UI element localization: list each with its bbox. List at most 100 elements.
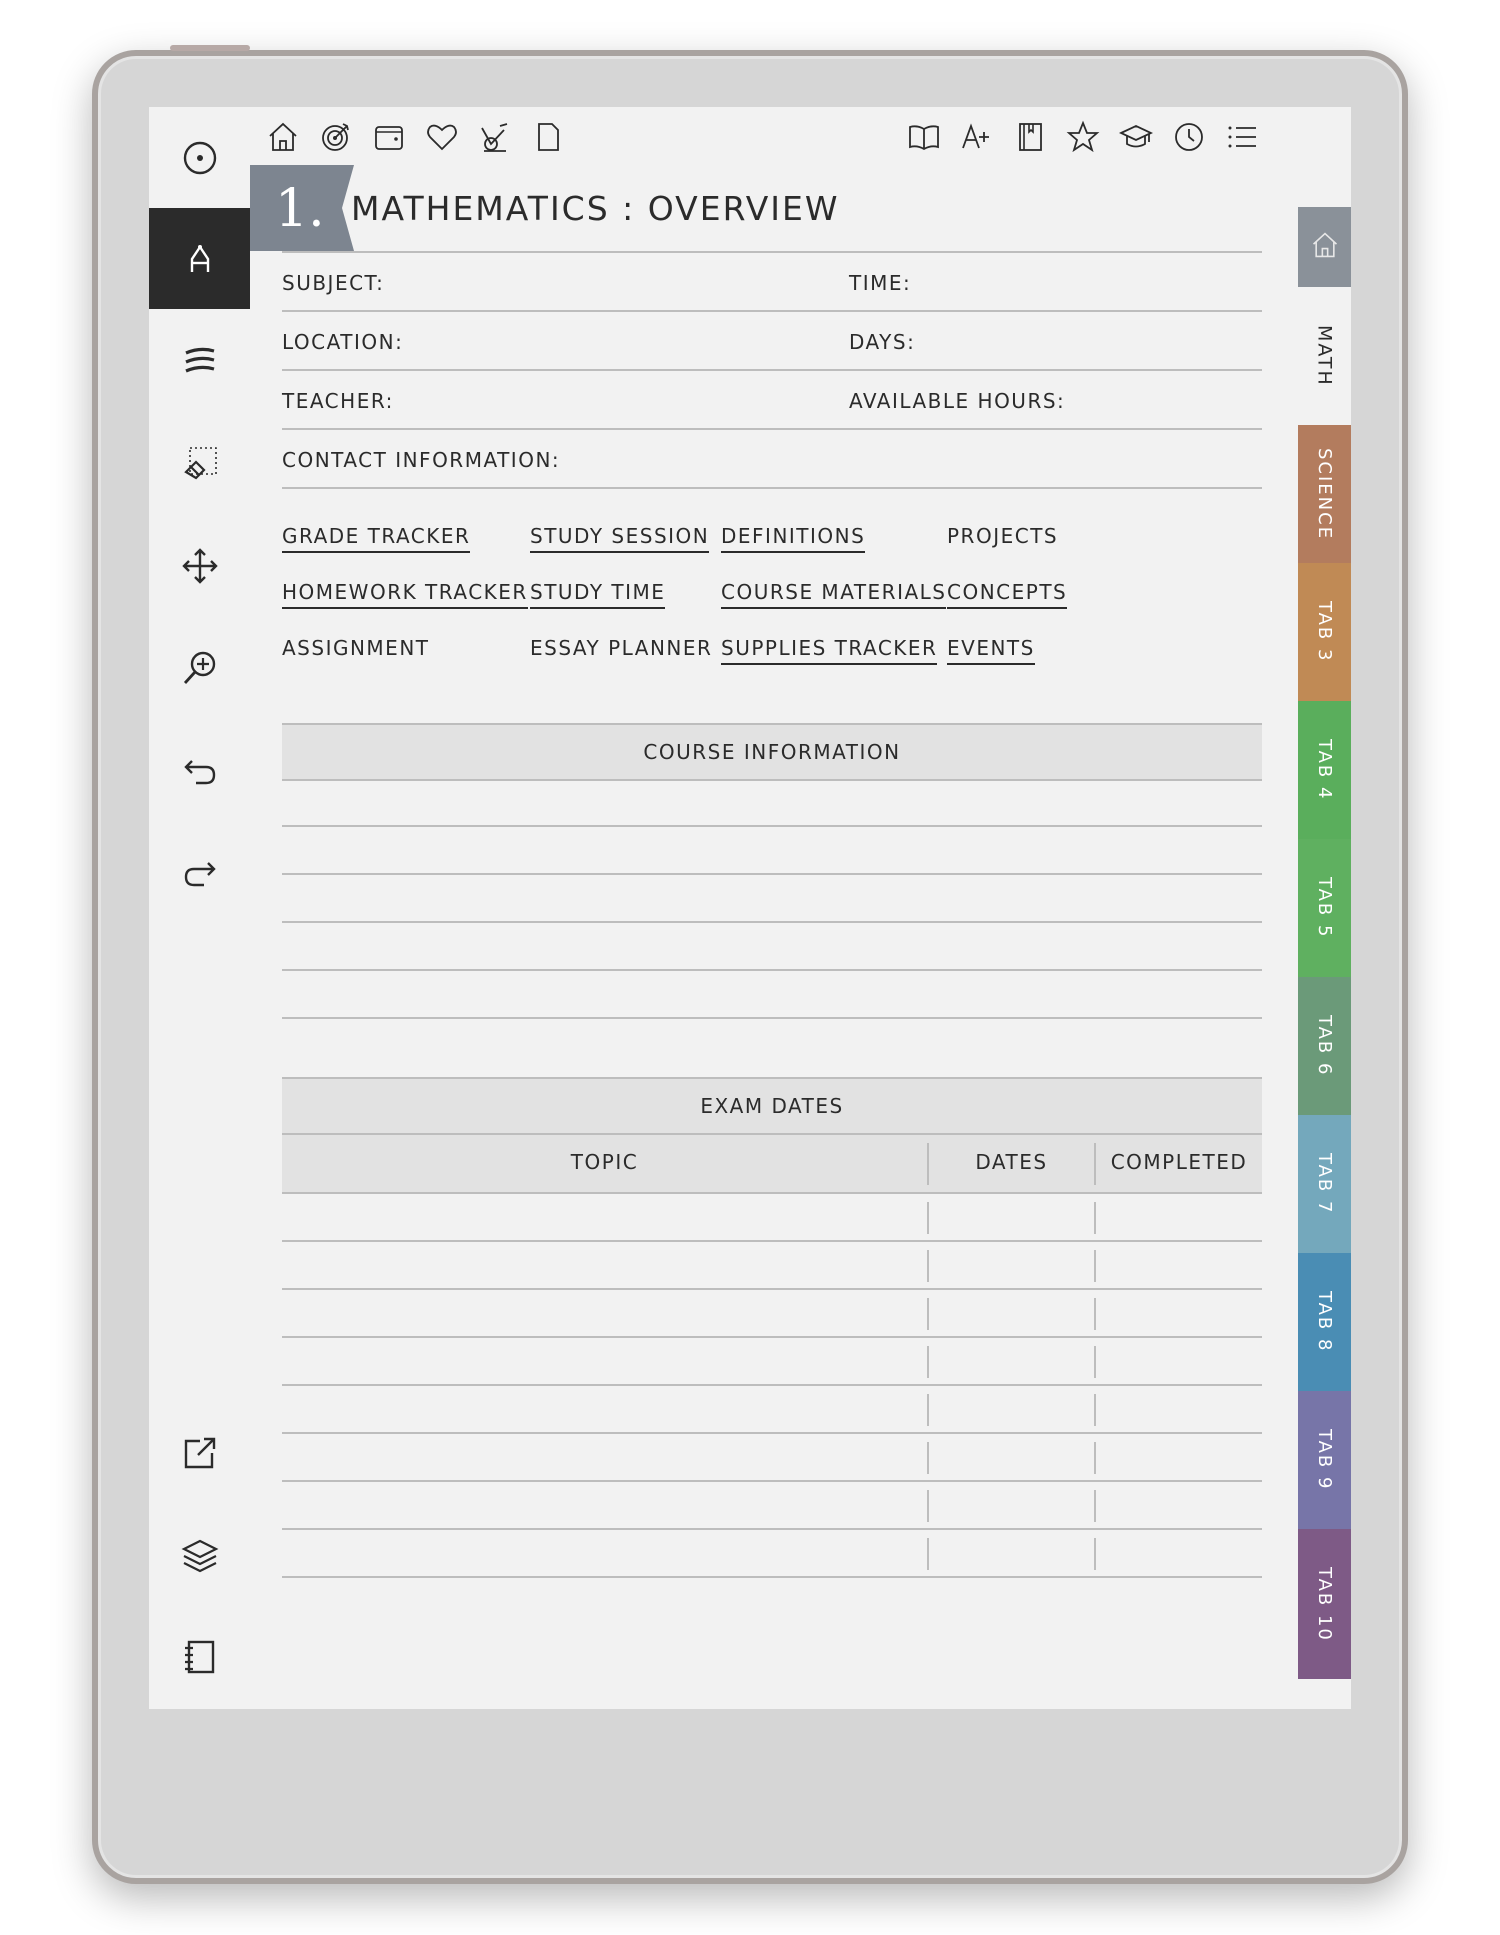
course-information-header: COURSE INFORMATION — [282, 723, 1262, 781]
column-divider — [1094, 1490, 1096, 1522]
undo-icon[interactable] — [149, 720, 250, 821]
tab-tab-7[interactable]: TAB 7 — [1298, 1115, 1351, 1253]
heart-icon[interactable] — [415, 117, 468, 157]
pen-tool-icon[interactable] — [149, 208, 250, 309]
tab-label: MATH — [1313, 325, 1336, 387]
divider — [282, 428, 1262, 430]
tab-label: TAB 9 — [1314, 1429, 1335, 1491]
column-divider — [1094, 1298, 1096, 1330]
home-icon — [1310, 230, 1340, 265]
graduation-cap-icon[interactable] — [1109, 117, 1162, 157]
tab-science[interactable]: SCIENCE — [1298, 425, 1351, 563]
writing-line — [282, 873, 1262, 875]
exam-dates-column-headers: TOPIC DATES COMPLETED — [282, 1135, 1262, 1194]
dates-column-header: DATES — [975, 1150, 1048, 1174]
tab-label: SCIENCE — [1314, 447, 1335, 541]
tab-tab-3[interactable]: TAB 3 — [1298, 563, 1351, 701]
exercise-bike-icon[interactable] — [468, 117, 521, 157]
page-icon[interactable] — [521, 117, 574, 157]
target-icon[interactable] — [309, 117, 362, 157]
column-divider — [1094, 1202, 1096, 1234]
book-open-icon[interactable] — [897, 117, 950, 157]
brush-icon[interactable] — [149, 310, 250, 411]
link-events[interactable]: EVENTS — [947, 636, 1035, 665]
link-definitions[interactable]: DEFINITIONS — [721, 524, 866, 553]
tab-label: TAB 7 — [1314, 1153, 1335, 1215]
screen: 1. MATHEMATICS : OVERVIEW SUBJECT: TIME:… — [149, 107, 1351, 1709]
tab-label: TAB 3 — [1314, 601, 1335, 663]
writing-line — [282, 825, 1262, 827]
column-divider — [927, 1538, 929, 1570]
tab-label: TAB 8 — [1314, 1291, 1335, 1353]
link-study-session[interactable]: STUDY SESSION — [530, 524, 710, 553]
table-row[interactable] — [282, 1338, 1262, 1386]
link-supplies-tracker[interactable]: SUPPLIES TRACKER — [721, 636, 938, 665]
link-study-time[interactable]: STUDY TIME — [530, 580, 666, 609]
table-row[interactable] — [282, 1530, 1262, 1578]
time-field[interactable]: TIME: — [849, 271, 911, 295]
available-hours-field[interactable]: AVAILABLE HOURS: — [849, 389, 1065, 413]
table-row[interactable] — [282, 1434, 1262, 1482]
tab-tab-10[interactable]: TAB 10 — [1298, 1529, 1351, 1679]
tab-tab-9[interactable]: TAB 9 — [1298, 1391, 1351, 1529]
link-course-materials[interactable]: COURSE MATERIALS — [721, 580, 947, 609]
link-grade-tracker[interactable]: GRADE TRACKER — [282, 524, 471, 553]
table-row[interactable] — [282, 1242, 1262, 1290]
topic-column-header: TOPIC — [570, 1150, 639, 1174]
tab-label: TAB 4 — [1314, 739, 1335, 801]
location-field[interactable]: LOCATION: — [282, 330, 403, 354]
days-field[interactable]: DAYS: — [849, 330, 915, 354]
divider — [282, 369, 1262, 371]
table-row[interactable] — [282, 1290, 1262, 1338]
link-concepts[interactable]: CONCEPTS — [947, 580, 1068, 609]
layers-icon[interactable] — [149, 1504, 250, 1605]
divider — [282, 251, 1262, 253]
tab-math[interactable]: MATH — [1298, 287, 1351, 425]
writing-line — [282, 921, 1262, 923]
tab-home[interactable] — [1298, 207, 1351, 287]
column-divider — [927, 1490, 929, 1522]
list-icon[interactable] — [1215, 117, 1268, 157]
table-row[interactable] — [282, 1386, 1262, 1434]
column-divider — [927, 1394, 929, 1426]
section-number: 1. — [275, 179, 325, 239]
share-icon[interactable] — [149, 1402, 250, 1503]
subject-field[interactable]: SUBJECT: — [282, 271, 384, 295]
home-icon[interactable] — [256, 117, 309, 157]
clock-icon[interactable] — [1162, 117, 1215, 157]
writing-line — [282, 969, 1262, 971]
top-nav-right — [897, 117, 1268, 157]
contact-information-field[interactable]: CONTACT INFORMATION: — [282, 448, 560, 472]
link-essay-planner[interactable]: ESSAY PLANNER — [530, 636, 712, 663]
eraser-select-icon[interactable] — [149, 413, 250, 514]
writing-line — [282, 1017, 1262, 1019]
redo-icon[interactable] — [149, 822, 250, 923]
wallet-icon[interactable] — [362, 117, 415, 157]
table-row[interactable] — [282, 1482, 1262, 1530]
power-button — [170, 45, 250, 51]
divider — [282, 310, 1262, 312]
left-toolbar — [149, 107, 250, 1709]
link-homework-tracker[interactable]: HOMEWORK TRACKER — [282, 580, 528, 609]
tab-tab-8[interactable]: TAB 8 — [1298, 1253, 1351, 1391]
a-plus-icon[interactable] — [950, 117, 1003, 157]
tab-tab-5[interactable]: TAB 5 — [1298, 839, 1351, 977]
link-projects[interactable]: PROJECTS — [947, 524, 1058, 551]
star-icon[interactable] — [1056, 117, 1109, 157]
tab-label: TAB 5 — [1314, 877, 1335, 939]
tab-tab-6[interactable]: TAB 6 — [1298, 977, 1351, 1115]
zoom-icon[interactable] — [149, 617, 250, 718]
tab-tab-4[interactable]: TAB 4 — [1298, 701, 1351, 839]
notebook-icon[interactable] — [1003, 117, 1056, 157]
teacher-field[interactable]: TEACHER: — [282, 389, 394, 413]
notebook-icon[interactable] — [149, 1606, 250, 1707]
move-icon[interactable] — [149, 515, 250, 616]
column-divider — [927, 1346, 929, 1378]
menu-circle-icon[interactable] — [149, 107, 250, 208]
divider — [282, 487, 1262, 489]
table-row[interactable] — [282, 1194, 1262, 1242]
column-divider — [927, 1250, 929, 1282]
column-divider — [1094, 1250, 1096, 1282]
link-assignment[interactable]: ASSIGNMENT — [282, 636, 430, 663]
tab-label: TAB 6 — [1314, 1015, 1335, 1077]
